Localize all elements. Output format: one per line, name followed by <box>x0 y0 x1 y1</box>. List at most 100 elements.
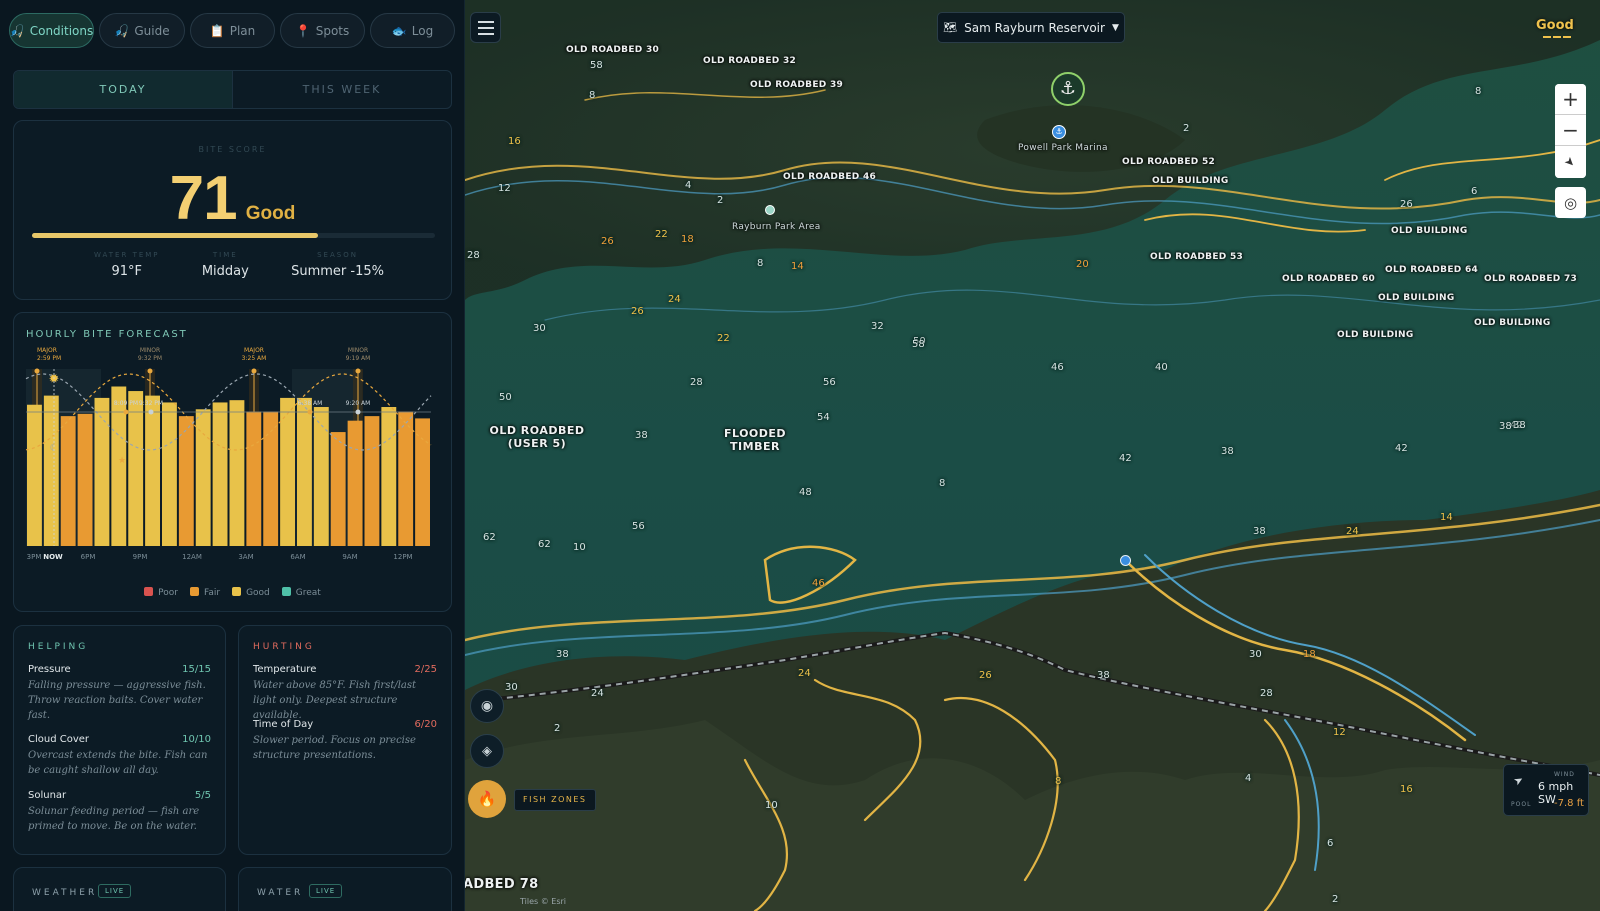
chart-bar <box>381 407 397 546</box>
map-label: OLD ROADBED 32 <box>703 56 797 66</box>
depth-label: 22 <box>655 229 668 240</box>
depth-label: 62 <box>483 532 496 543</box>
x-tick-label: 12PM <box>393 553 412 561</box>
map-rating: Good <box>1536 18 1574 33</box>
hurting-title: HURTING <box>253 642 315 652</box>
lake-map[interactable]: OLD ROADBED 30 OLD ROADBED 32 OLD ROADBE… <box>465 0 1600 911</box>
event-time: 9:19 AM <box>346 355 371 362</box>
depth-label: 4 <box>685 180 692 191</box>
curve-point <box>307 409 313 415</box>
depth-label: 8 <box>757 258 764 269</box>
park-icon[interactable] <box>765 205 775 215</box>
map-label: OLD ROADBED 64 <box>1385 265 1479 275</box>
bite-rating: Good <box>245 203 296 224</box>
target-button[interactable]: ◉ <box>470 689 504 723</box>
depth-label: 38 <box>1221 446 1234 457</box>
layers-button[interactable]: ◈ <box>470 734 504 768</box>
menu-button[interactable] <box>470 12 501 43</box>
factor-name: Temperature <box>253 664 317 675</box>
map-label: OLD ROADBED 30 <box>566 45 660 55</box>
tab-spots[interactable]: 📍 Spots <box>280 13 365 48</box>
fish-zones-button[interactable]: 🔥 <box>468 780 506 818</box>
factor-name: Solunar <box>28 790 67 801</box>
curve-label: 9:32 PM <box>139 400 163 407</box>
location-marker[interactable] <box>1120 555 1131 566</box>
depth-label: 26 <box>979 670 992 681</box>
map-label: OLD BUILDING <box>1474 318 1551 328</box>
depth-label: 54 <box>817 412 830 423</box>
stat-label: SEASON <box>317 251 358 259</box>
bite-score-card: BITE SCORE 71 Good WATER TEMP 91°F TIME Mi… <box>13 120 452 300</box>
factor-temperature: Temperature 2/25 Water above 85°F. Fish fi… <box>253 664 437 723</box>
fish-icon: 🐟 <box>391 23 407 38</box>
water-title: WATER <box>257 888 304 898</box>
tab-today[interactable]: TODAY <box>14 71 232 108</box>
hourly-forecast-card: HOURLY BITE FORECAST MAJOR 2:59 PM MINOR 9:… <box>13 312 452 612</box>
map-label: OLD ROADBED 46 <box>783 172 877 182</box>
bite-stats: WATER TEMP 91°F TIME Midday SEASON Summer -… <box>94 251 384 279</box>
depth-label: 46 <box>812 578 825 589</box>
chevron-down-icon: ▼ <box>1111 22 1119 33</box>
fish-zones-label[interactable]: FISH ZONES <box>514 789 596 811</box>
fire-icon: 🔥 <box>477 790 497 808</box>
live-badge: LIVE <box>309 884 343 898</box>
event-type: MAJOR <box>244 347 264 354</box>
depth-label: 48 <box>799 487 812 498</box>
chart-bar <box>246 411 262 546</box>
stat-value: Midday <box>201 264 249 279</box>
depth-label: 30 <box>533 323 546 334</box>
depth-label: 38 <box>1253 526 1266 537</box>
depth-label: 26 <box>1400 199 1413 210</box>
water-card[interactable]: WATER LIVE <box>238 867 452 911</box>
lake-selector[interactable]: 🗺 Sam Rayburn Reservoir ▼ <box>937 12 1125 43</box>
depth-label: 56 <box>632 521 645 532</box>
depth-label: 22 <box>717 333 730 344</box>
map-label: OLD ROADBED 60 <box>1282 274 1376 284</box>
tab-this-week[interactable]: THIS WEEK <box>232 71 451 108</box>
tab-plan[interactable]: 📋 Plan <box>190 13 275 48</box>
depth-label: 28 <box>1260 688 1273 699</box>
map-label: OLD ROADBED 52 <box>1122 157 1216 167</box>
map-label: FLOODED TIMBER <box>723 427 787 453</box>
tab-log[interactable]: 🐟 Log <box>370 13 455 48</box>
tab-conditions[interactable]: 🎣 Conditions <box>9 13 94 48</box>
wind-label: WIND <box>1554 771 1575 778</box>
chart-bar <box>415 418 430 546</box>
chart-bar <box>43 395 59 546</box>
factor-description: Slower period. Focus on precise structur… <box>253 735 416 761</box>
depth-label: 10 <box>765 800 778 811</box>
factor-description: Solunar feeding period — fish are primed… <box>28 806 200 832</box>
anchor-marker-icon[interactable]: ⚓ <box>1051 72 1085 106</box>
legend-great: Great <box>281 587 321 598</box>
chart-bar <box>297 397 312 546</box>
marina-icon[interactable]: ⚓ <box>1052 125 1066 139</box>
compass-button[interactable]: ➤ <box>1555 146 1586 178</box>
period-tabs: TODAY THIS WEEK <box>13 70 452 109</box>
factor-score: 15/15 <box>182 664 211 675</box>
bite-score-value: 71 <box>169 164 238 233</box>
chart-bar <box>280 397 295 546</box>
depth-label: 32 <box>871 321 884 332</box>
hamburger-icon <box>477 20 494 23</box>
weather-card[interactable]: WEATHER LIVE <box>13 867 226 911</box>
factor-time-of-day: Time of Day 6/20 Slower period. Focus on p… <box>253 719 437 763</box>
bite-score-fill <box>32 233 319 238</box>
factor-cloud-cover: Cloud Cover 10/10 Overcast extends the bit… <box>28 734 211 778</box>
event-dot <box>147 368 153 374</box>
zoom-out-button[interactable]: − <box>1555 115 1586 146</box>
curve-label: 6:38 AM <box>298 400 323 407</box>
tab-guide[interactable]: 🎣 Guide <box>99 13 185 48</box>
depth-label: 26 <box>631 306 644 317</box>
depth-label: 30 <box>505 682 518 693</box>
zoom-in-button[interactable]: + <box>1555 84 1586 115</box>
target-icon: ◉ <box>480 698 494 714</box>
depth-label: 50 <box>499 392 512 403</box>
locate-button[interactable]: ◎ <box>1555 187 1586 218</box>
depth-label: 2 <box>717 195 724 206</box>
chart-bar <box>145 395 160 546</box>
x-tick-label: 9AM <box>342 553 357 561</box>
fishing-rod-icon: 🎣 <box>114 23 130 38</box>
event-dot <box>34 368 40 374</box>
rating-bars <box>1543 36 1571 38</box>
depth-label: 8 <box>589 90 596 101</box>
